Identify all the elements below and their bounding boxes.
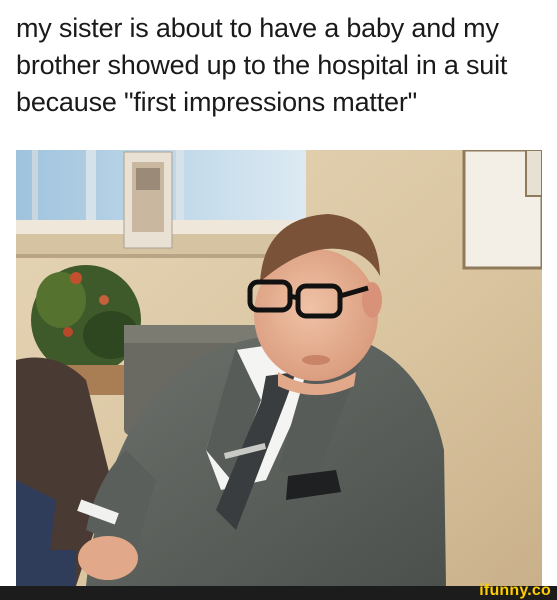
- meme-caption: my sister is about to have a baby and my…: [16, 10, 544, 121]
- watermark-text: ifunny.co: [479, 582, 551, 599]
- meme-photo: [16, 150, 542, 586]
- caption-line-2: brother showed up to the hospital in a s…: [16, 50, 508, 80]
- ifunny-watermark: ifunny.co: [479, 582, 551, 600]
- footer-bar: [0, 586, 557, 600]
- caption-line-3: because "first impressions matter": [16, 87, 418, 117]
- wall-frame: [462, 150, 542, 270]
- seat-edge: [16, 550, 76, 586]
- caption-line-1: my sister is about to have a baby and my: [16, 13, 499, 43]
- brochure-holder: [123, 151, 173, 249]
